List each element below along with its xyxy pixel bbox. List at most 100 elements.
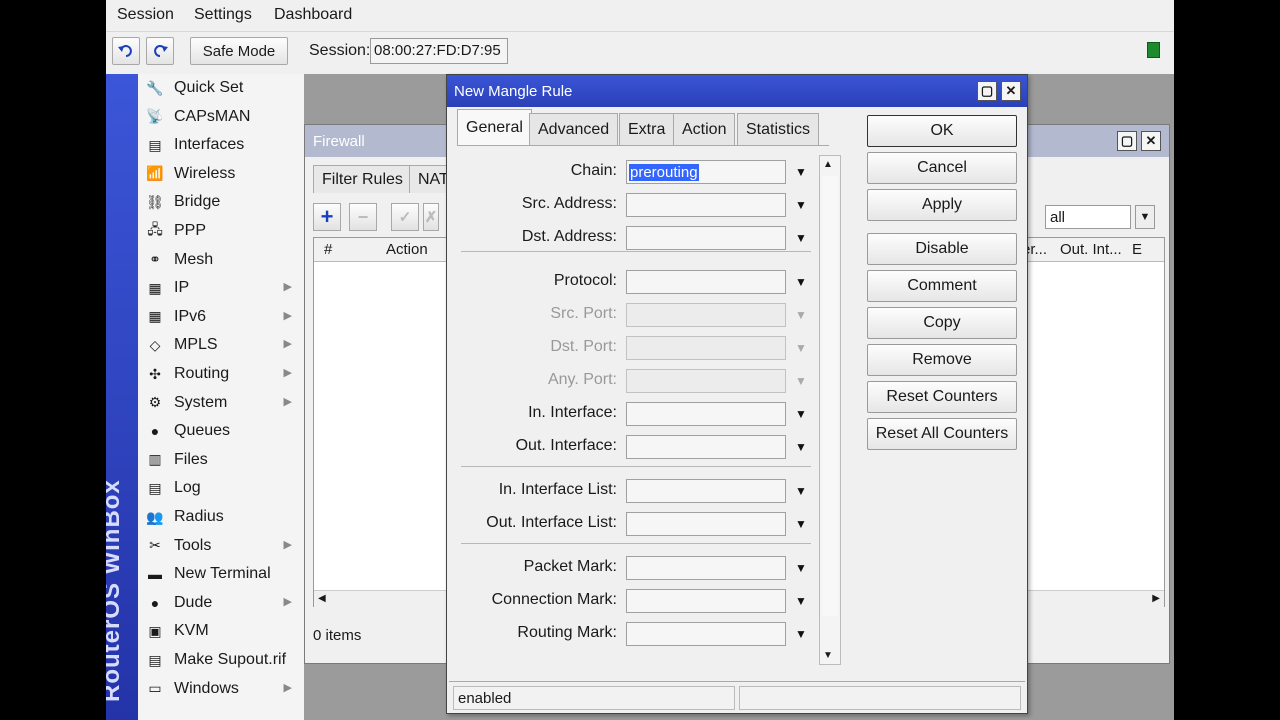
sidebar-item-windows[interactable]: ▭ Windows ▶ bbox=[138, 675, 304, 703]
chevron-down-icon[interactable]: ▼ bbox=[791, 556, 811, 580]
tab-advanced[interactable]: Advanced bbox=[529, 113, 619, 145]
chevron-down-icon[interactable]: ▼ bbox=[791, 479, 811, 503]
sidebar-item-quick-set[interactable]: 🔧 Quick Set bbox=[138, 74, 304, 102]
copy-button[interactable]: Copy bbox=[867, 307, 1017, 339]
chevron-down-icon[interactable]: ▼ bbox=[1135, 205, 1155, 229]
menu-session[interactable]: Session bbox=[117, 6, 174, 24]
chevron-down-icon[interactable]: ▼ bbox=[791, 512, 811, 536]
sidebar-item-ip[interactable]: ▦ IP ▶ bbox=[138, 274, 304, 302]
tab-nat[interactable]: NAT bbox=[409, 165, 449, 193]
tab-general[interactable]: General bbox=[457, 109, 532, 145]
sidebar-item-log[interactable]: ▤ Log bbox=[138, 474, 304, 502]
field-value: prerouting bbox=[629, 164, 699, 181]
scroll-left-icon[interactable]: ◀ bbox=[318, 593, 326, 604]
chevron-down-icon[interactable]: ▼ bbox=[791, 402, 811, 426]
field-input[interactable] bbox=[626, 369, 786, 393]
chevron-down-icon[interactable]: ▼ bbox=[791, 435, 811, 459]
chevron-down-icon[interactable]: ▼ bbox=[791, 270, 811, 294]
comment-button[interactable]: Comment bbox=[867, 270, 1017, 302]
field-input[interactable] bbox=[626, 435, 786, 459]
tab-extra[interactable]: Extra bbox=[619, 113, 675, 145]
sidebar-item-queues[interactable]: ● Queues bbox=[138, 417, 304, 445]
sidebar-item-files[interactable]: ▥ Files bbox=[138, 446, 304, 474]
maximize-icon[interactable]: ▢ bbox=[1117, 131, 1137, 151]
remove-icon[interactable]: − bbox=[349, 203, 377, 231]
chevron-down-icon[interactable]: ▼ bbox=[791, 369, 811, 393]
scroll-down-icon[interactable]: ▼ bbox=[823, 650, 833, 661]
sidebar-item-system[interactable]: ⚙ System ▶ bbox=[138, 389, 304, 417]
disable-button[interactable]: Disable bbox=[867, 233, 1017, 265]
scroll-up-icon[interactable]: ▲ bbox=[823, 159, 833, 170]
sidebar-item-new-terminal[interactable]: ▬ New Terminal bbox=[138, 560, 304, 588]
field-input[interactable] bbox=[626, 556, 786, 580]
sidebar-item-dude[interactable]: ● Dude ▶ bbox=[138, 589, 304, 617]
sidebar-item-capsman[interactable]: 📡 CAPsMAN bbox=[138, 103, 304, 131]
sidebar-item-kvm[interactable]: ▣ KVM bbox=[138, 617, 304, 645]
maximize-icon[interactable]: ▢ bbox=[977, 81, 997, 101]
ip-icon: ▦ bbox=[148, 279, 162, 296]
reset-all-counters-button[interactable]: Reset All Counters bbox=[867, 418, 1017, 450]
close-icon[interactable]: ✕ bbox=[1001, 81, 1021, 101]
chevron-down-icon[interactable]: ▼ bbox=[791, 160, 811, 184]
remove-button[interactable]: Remove bbox=[867, 344, 1017, 376]
column-out-interface[interactable]: Out. Int... bbox=[1060, 241, 1122, 258]
sidebar-item-ipv6[interactable]: ▦ IPv6 ▶ bbox=[138, 303, 304, 331]
apply-button[interactable]: Apply bbox=[867, 189, 1017, 221]
field-input[interactable] bbox=[626, 402, 786, 426]
column-extra[interactable]: E bbox=[1132, 241, 1142, 258]
enable-icon[interactable]: ✓ bbox=[391, 203, 419, 231]
undo-button[interactable] bbox=[112, 37, 140, 65]
sidebar-item-label: IPv6 bbox=[174, 307, 207, 325]
sidebar-item-label: Queues bbox=[174, 422, 231, 440]
column-number[interactable]: # bbox=[324, 241, 332, 258]
sidebar-item-routing[interactable]: ✣ Routing ▶ bbox=[138, 360, 304, 388]
field-input[interactable] bbox=[626, 193, 786, 217]
sidebar-item-wireless[interactable]: 📶 Wireless bbox=[138, 160, 304, 188]
terminal-icon: ▬ bbox=[148, 566, 162, 583]
sidebar-item-mpls[interactable]: ◇ MPLS ▶ bbox=[138, 331, 304, 359]
ok-button[interactable]: OK bbox=[867, 115, 1017, 147]
field-input[interactable] bbox=[626, 479, 786, 503]
sidebar-item-interfaces[interactable]: ▤ Interfaces bbox=[138, 131, 304, 159]
sidebar-item-bridge[interactable]: ⛓ Bridge bbox=[138, 188, 304, 216]
tab-filter-rules[interactable]: Filter Rules bbox=[313, 165, 412, 193]
session-field[interactable]: 08:00:27:FD:D7:95 bbox=[370, 38, 508, 64]
field-input[interactable]: prerouting bbox=[626, 160, 786, 184]
sidebar-item-mesh[interactable]: ⚭ Mesh bbox=[138, 246, 304, 274]
chevron-down-icon[interactable]: ▼ bbox=[791, 226, 811, 250]
disable-icon[interactable]: ✗ bbox=[423, 203, 439, 231]
column-action[interactable]: Action bbox=[386, 241, 428, 258]
sidebar-item-radius[interactable]: 👥 Radius bbox=[138, 503, 304, 531]
menu-settings[interactable]: Settings bbox=[194, 6, 252, 24]
scroll-thumb[interactable] bbox=[822, 176, 838, 616]
chevron-down-icon[interactable]: ▼ bbox=[791, 193, 811, 217]
scroll-right-icon[interactable]: ▶ bbox=[1152, 593, 1160, 604]
field-input[interactable] bbox=[626, 270, 786, 294]
field-input[interactable] bbox=[626, 303, 786, 327]
filter-select[interactable]: all bbox=[1045, 205, 1131, 229]
sidebar-item-make-supout-rif[interactable]: ▤ Make Supout.rif bbox=[138, 646, 304, 674]
chevron-down-icon[interactable]: ▼ bbox=[791, 589, 811, 613]
cancel-button[interactable]: Cancel bbox=[867, 152, 1017, 184]
tab-action[interactable]: Action bbox=[673, 113, 736, 145]
field-input[interactable] bbox=[626, 622, 786, 646]
sidebar-item-tools[interactable]: ✂ Tools ▶ bbox=[138, 532, 304, 560]
field-input[interactable] bbox=[626, 226, 786, 250]
menu-dashboard[interactable]: Dashboard bbox=[274, 6, 352, 24]
tab-statistics[interactable]: Statistics bbox=[737, 113, 820, 145]
chevron-down-icon[interactable]: ▼ bbox=[791, 622, 811, 646]
sidebar-item-label: System bbox=[174, 393, 228, 411]
add-icon[interactable]: + bbox=[313, 203, 341, 231]
vertical-scrollbar[interactable]: ▲ ▼ bbox=[819, 155, 841, 665]
field-input[interactable] bbox=[626, 336, 786, 360]
chevron-down-icon[interactable]: ▼ bbox=[791, 336, 811, 360]
safe-mode-button[interactable]: Safe Mode bbox=[190, 37, 288, 65]
field-input[interactable] bbox=[626, 589, 786, 613]
dialog-title[interactable]: New Mangle Rule bbox=[447, 75, 1027, 107]
chevron-down-icon[interactable]: ▼ bbox=[791, 303, 811, 327]
field-input[interactable] bbox=[626, 512, 786, 536]
close-icon[interactable]: ✕ bbox=[1141, 131, 1161, 151]
sidebar-item-ppp[interactable]: 🖧 PPP bbox=[138, 217, 304, 245]
redo-button[interactable] bbox=[146, 37, 174, 65]
reset-counters-button[interactable]: Reset Counters bbox=[867, 381, 1017, 413]
